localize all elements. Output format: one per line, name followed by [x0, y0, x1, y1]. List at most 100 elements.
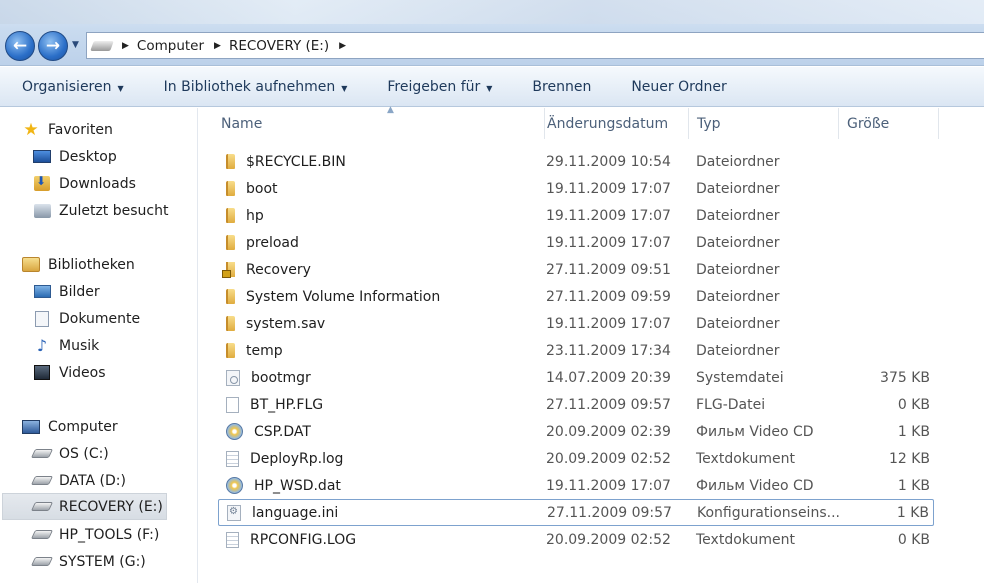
folder-icon — [226, 181, 235, 196]
share-button[interactable]: Freigeben für ▼ — [365, 79, 510, 95]
nav-drive-c[interactable]: OS (C:) — [30, 440, 109, 467]
navigation-pane: ★ Favoriten Desktop Downloads Zuletzt bes… — [0, 108, 198, 583]
file-row[interactable]: boot 19.11.2009 17:07 Dateiordner — [218, 175, 934, 202]
video-cd-icon — [226, 423, 243, 440]
file-date: 14.07.2009 20:39 — [546, 369, 671, 386]
file-size: 1 KB — [897, 423, 930, 440]
chevron-right-icon[interactable]: ▶ — [339, 41, 346, 51]
nav-music[interactable]: ♪ Musik — [33, 332, 99, 359]
nav-documents[interactable]: Dokumente — [33, 305, 140, 332]
nav-computer[interactable]: Computer — [22, 413, 118, 440]
folder-icon — [226, 289, 235, 304]
file-name-cell: language.ini — [227, 504, 338, 521]
hard-drive-icon — [30, 557, 54, 566]
file-row[interactable]: HP_WSD.dat 19.11.2009 17:07 Фильм Video CD… — [218, 472, 934, 499]
file-list: ▲ Name Änderungsdatum Typ Größe $RECYCLE… — [198, 105, 984, 583]
nav-desktop-label: Desktop — [59, 148, 117, 165]
nav-drive-d[interactable]: DATA (D:) — [30, 467, 126, 494]
column-date-label: Änderungsdatum — [547, 115, 669, 132]
file-type: Фильм Video CD — [696, 477, 814, 494]
file-name-cell: preload — [226, 235, 299, 251]
file-row[interactable]: DeployRp.log 20.09.2009 02:52 Textdokument… — [218, 445, 934, 472]
breadcrumb-computer[interactable]: Computer — [137, 38, 204, 54]
file-type: Dateiordner — [696, 342, 780, 359]
chevron-right-icon[interactable]: ▶ — [214, 41, 221, 51]
file-name-cell: System Volume Information — [226, 289, 440, 305]
file-name: $RECYCLE.BIN — [246, 153, 346, 170]
nav-recent-label: Zuletzt besucht — [59, 202, 169, 219]
include-library-label: In Bibliothek aufnehmen — [163, 78, 336, 95]
nav-favorites-label: Favoriten — [48, 121, 113, 138]
file-date: 27.11.2009 09:51 — [546, 261, 671, 278]
file-name: temp — [246, 342, 283, 359]
file-type: Textdokument — [696, 531, 795, 548]
file-type: Textdokument — [696, 450, 795, 467]
file-row[interactable]: Recovery 27.11.2009 09:51 Dateiordner — [218, 256, 934, 283]
nav-drive-e[interactable]: RECOVERY (E:) — [2, 493, 167, 520]
sort-ascending-icon: ▲ — [387, 105, 394, 115]
nav-recent-places[interactable]: Zuletzt besucht — [33, 197, 168, 224]
column-header-type[interactable]: Typ — [689, 108, 839, 139]
file-type: Dateiordner — [696, 180, 780, 197]
column-header-date[interactable]: Änderungsdatum — [539, 108, 689, 139]
forward-button[interactable]: → — [38, 31, 68, 61]
burn-button[interactable]: Brennen — [510, 79, 609, 95]
file-row[interactable]: BT_HP.FLG 27.11.2009 09:57 FLG-Datei 0 KB — [218, 391, 934, 418]
file-row[interactable]: preload 19.11.2009 17:07 Dateiordner — [218, 229, 934, 256]
file-row[interactable]: System Volume Information 27.11.2009 09:5… — [218, 283, 934, 310]
file-name-cell: BT_HP.FLG — [226, 396, 323, 413]
downloads-icon — [34, 174, 50, 191]
file-row[interactable]: $RECYCLE.BIN 29.11.2009 10:54 Dateiordner — [218, 148, 934, 175]
nav-downloads[interactable]: Downloads — [33, 170, 136, 197]
file-date: 27.11.2009 09:57 — [546, 396, 671, 413]
file-row[interactable]: bootmgr 14.07.2009 20:39 Systemdatei 375 KB — [218, 364, 934, 391]
file-date: 19.11.2009 17:07 — [546, 234, 671, 251]
documents-icon — [35, 310, 49, 327]
file-row[interactable]: language.ini 27.11.2009 09:57 Konfiguratio… — [218, 499, 934, 526]
column-header-name[interactable]: ▲ Name — [213, 105, 545, 139]
nav-pictures-label: Bilder — [59, 283, 100, 300]
file-date: 19.11.2009 17:07 — [546, 180, 671, 197]
file-name-cell: bootmgr — [226, 369, 311, 386]
nav-pictures[interactable]: Bilder — [33, 278, 100, 305]
recent-places-icon — [33, 203, 51, 218]
address-bar[interactable]: ▶ Computer ▶ RECOVERY (E:) ▶ — [86, 32, 984, 59]
organize-button[interactable]: Organisieren ▼ — [0, 79, 142, 95]
file-size: 1 KB — [896, 504, 929, 521]
breadcrumb-recovery[interactable]: RECOVERY (E:) — [229, 38, 329, 54]
file-row[interactable]: CSP.DAT 20.09.2009 02:39 Фильм Video CD 1 K… — [218, 418, 934, 445]
file-name: System Volume Information — [246, 288, 441, 305]
file-name: system.sav — [246, 315, 326, 332]
dropdown-icon: ▼ — [486, 83, 493, 93]
nav-drive-label: SYSTEM (G:) — [59, 553, 146, 570]
file-row[interactable]: hp 19.11.2009 17:07 Dateiordner — [218, 202, 934, 229]
file-row[interactable]: system.sav 19.11.2009 17:07 Dateiordner — [218, 310, 934, 337]
file-name-cell: hp — [226, 208, 264, 224]
file-name-cell: HP_WSD.dat — [226, 477, 341, 494]
file-name-cell: temp — [226, 343, 283, 359]
file-type: Dateiordner — [696, 288, 780, 305]
nav-favorites[interactable]: ★ Favoriten — [22, 116, 113, 143]
file-type: Dateiordner — [696, 261, 780, 278]
file-type: FLG-Datei — [696, 396, 766, 413]
nav-drive-f[interactable]: HP_TOOLS (F:) — [30, 521, 159, 548]
include-library-button[interactable]: In Bibliothek aufnehmen ▼ — [142, 79, 366, 95]
nav-desktop[interactable]: Desktop — [33, 143, 117, 170]
back-button[interactable]: ← — [5, 31, 35, 61]
file-row[interactable]: temp 23.11.2009 17:34 Dateiordner — [218, 337, 934, 364]
file-row[interactable]: RPCONFIG.LOG 20.09.2009 02:52 Textdokument… — [218, 526, 934, 553]
title-address-bar: ← → ▼ ▶ Computer ▶ RECOVERY (E:) ▶ — [0, 0, 984, 66]
videos-icon — [34, 365, 50, 380]
chevron-right-icon[interactable]: ▶ — [122, 41, 129, 51]
organize-label: Organisieren — [22, 78, 112, 95]
column-header-size[interactable]: Größe — [839, 108, 939, 139]
file-type: Systemdatei — [696, 369, 784, 386]
file-type: Dateiordner — [696, 207, 780, 224]
nav-libraries[interactable]: Bibliotheken — [22, 251, 135, 278]
recent-pages-dropdown-icon[interactable]: ▼ — [72, 40, 79, 50]
folder-icon — [226, 316, 235, 331]
nav-videos[interactable]: Videos — [33, 359, 106, 386]
nav-drive-g[interactable]: SYSTEM (G:) — [30, 548, 146, 575]
new-folder-button[interactable]: Neuer Ordner — [609, 79, 744, 95]
file-date: 19.11.2009 17:07 — [546, 207, 671, 224]
